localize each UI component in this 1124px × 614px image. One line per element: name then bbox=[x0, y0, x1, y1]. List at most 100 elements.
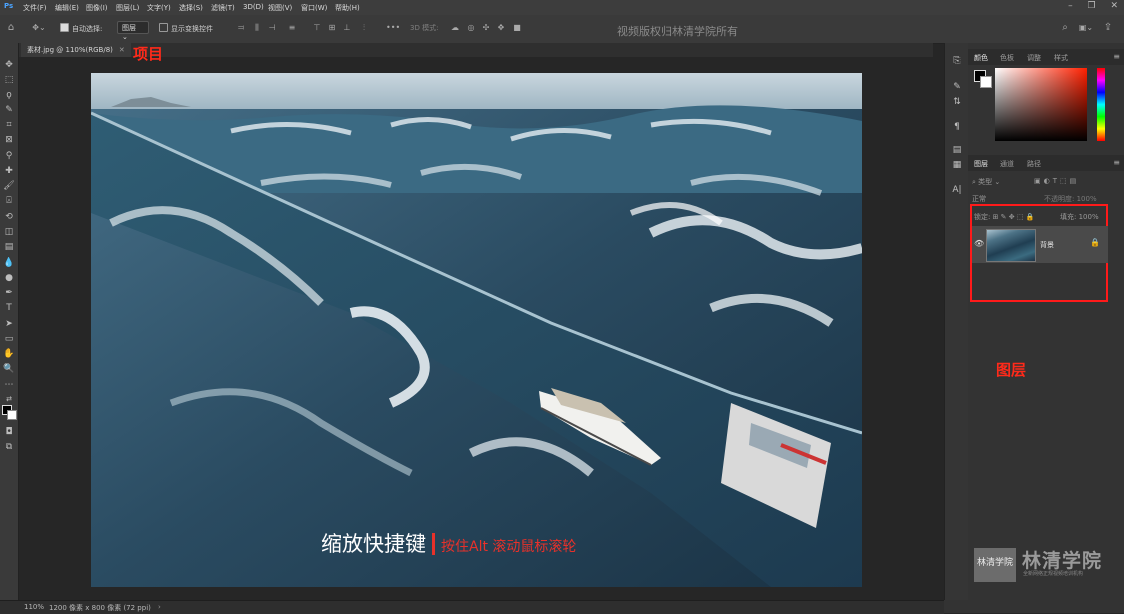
menu-filter[interactable]: 滤镜(T) bbox=[211, 3, 235, 13]
move-tool-icon[interactable]: ✥ bbox=[3, 59, 15, 71]
tab-swatches[interactable]: 色板 bbox=[1000, 53, 1014, 63]
align-bottom-icon[interactable]: ⊥ bbox=[342, 23, 352, 33]
menu-file[interactable]: 文件(F) bbox=[23, 3, 47, 13]
quick-select-tool-icon[interactable]: ✎ bbox=[3, 104, 15, 116]
menu-select[interactable]: 选择(S) bbox=[179, 3, 203, 13]
more-options-icon[interactable]: ••• bbox=[386, 23, 400, 33]
frame-tool-icon[interactable]: ⊠ bbox=[3, 134, 15, 146]
eraser-tool-icon[interactable]: ◫ bbox=[3, 226, 15, 238]
blur-tool-icon[interactable]: 💧 bbox=[3, 257, 15, 269]
screen-mode-icon[interactable]: ⧉ bbox=[3, 441, 15, 453]
tab-styles[interactable]: 样式 bbox=[1054, 53, 1068, 63]
align-top-icon[interactable]: ⊤ bbox=[312, 23, 322, 33]
close-tab-icon[interactable]: ✕ bbox=[119, 46, 125, 54]
move-tool-preset-icon[interactable]: ✥⌄ bbox=[31, 23, 47, 33]
distribute-vertical-icon[interactable]: ⫶ bbox=[359, 23, 369, 33]
paragraph-icon[interactable]: ¶ bbox=[951, 121, 963, 133]
tools-panel: ✥ ⬚ ϙ ✎ ⌗ ⊠ ⚲ ✚ 🖌 ⍓ ⟲ ◫ ▤ 💧 ● ✒ T ➤ ▭ ✋ … bbox=[0, 43, 19, 600]
marquee-tool-icon[interactable]: ⬚ bbox=[3, 74, 15, 86]
photoshop-logo-icon[interactable]: Ps bbox=[4, 2, 13, 10]
pen-tool-icon[interactable]: ✒ bbox=[3, 287, 15, 299]
3d-scale-icon[interactable]: ■ bbox=[512, 23, 522, 33]
background-swatch[interactable] bbox=[980, 76, 992, 88]
panel-menu-icon[interactable]: ≡ bbox=[1113, 52, 1120, 61]
brush-settings-icon[interactable]: ✎ bbox=[951, 81, 963, 93]
distribute-icon[interactable]: ≡ bbox=[287, 23, 297, 33]
history-brush-tool-icon[interactable]: ⟲ bbox=[3, 211, 15, 223]
align-center-icon[interactable]: ⫼ bbox=[252, 23, 262, 33]
document-canvas[interactable]: 缩放快捷键 按住Alt 滚动鼠标滚轮 bbox=[91, 73, 862, 587]
3d-orbit-icon[interactable]: ☁ bbox=[450, 23, 460, 33]
show-transform-checkbox[interactable]: 显示变换控件 bbox=[159, 23, 213, 34]
tab-color[interactable]: 颜色 bbox=[974, 53, 988, 63]
align-left-icon[interactable]: ⫤ bbox=[236, 23, 246, 33]
layers-menu-icon[interactable]: ≡ bbox=[1113, 158, 1120, 167]
layer-row-background[interactable]: 👁 背景 🔒 bbox=[972, 226, 1108, 263]
menu-view[interactable]: 视图(V) bbox=[268, 3, 292, 13]
menu-type[interactable]: 文字(Y) bbox=[147, 3, 171, 13]
hue-slider[interactable] bbox=[1097, 68, 1105, 141]
lasso-tool-icon[interactable]: ϙ bbox=[3, 89, 15, 101]
menu-3d[interactable]: 3D(D) bbox=[243, 3, 264, 11]
status-expand-icon[interactable]: › bbox=[158, 603, 161, 611]
tab-channels[interactable]: 通道 bbox=[1000, 159, 1014, 169]
home-icon[interactable]: ⌂ bbox=[6, 23, 16, 33]
3d-pan-icon[interactable]: ✣ bbox=[481, 23, 491, 33]
healing-brush-tool-icon[interactable]: ✚ bbox=[3, 165, 15, 177]
document-tab-title: 素材.jpg @ 110%(RGB/8) bbox=[27, 46, 113, 54]
opacity-control[interactable]: 不透明度: 100% bbox=[1044, 194, 1097, 204]
share-icon[interactable]: ⇪ bbox=[1103, 23, 1113, 33]
clone-stamp-tool-icon[interactable]: ⍓ bbox=[3, 195, 15, 207]
dodge-tool-icon[interactable]: ● bbox=[3, 272, 15, 284]
3d-slide-icon[interactable]: ✥ bbox=[496, 23, 506, 33]
tab-adjustments[interactable]: 调整 bbox=[1027, 53, 1041, 63]
auto-select-checkbox[interactable]: 自动选择: bbox=[60, 23, 102, 34]
layer-lock-icon[interactable]: 🔒 bbox=[1090, 238, 1100, 247]
menu-image[interactable]: 图像(I) bbox=[86, 3, 108, 13]
document-tab[interactable]: 素材.jpg @ 110%(RGB/8) ✕ bbox=[21, 43, 131, 57]
zoom-tool-icon[interactable]: 🔍 bbox=[3, 363, 15, 375]
layer-filter[interactable]: ⌕ 类型 ⌄ bbox=[972, 177, 1000, 187]
history-panel-icon[interactable]: ⎘ bbox=[951, 55, 963, 67]
gradient-tool-icon[interactable]: ▤ bbox=[3, 241, 15, 253]
close-icon[interactable]: ✕ bbox=[1110, 1, 1118, 11]
layer-filter-icons[interactable]: ▣◐T⬚▤ bbox=[1034, 177, 1079, 185]
3d-roll-icon[interactable]: ◎ bbox=[466, 23, 476, 33]
tab-paths[interactable]: 路径 bbox=[1027, 159, 1041, 169]
workspace-icon[interactable]: ▣⌄ bbox=[1078, 23, 1094, 33]
blend-mode-dropdown[interactable]: 正常 bbox=[972, 194, 986, 204]
brush-tool-icon[interactable]: 🖌 bbox=[3, 180, 15, 192]
character-icon[interactable]: A| bbox=[951, 184, 963, 196]
edit-toolbar-icon[interactable]: ⋯ bbox=[3, 379, 15, 391]
hand-tool-icon[interactable]: ✋ bbox=[3, 348, 15, 360]
menu-help[interactable]: 帮助(H) bbox=[335, 3, 360, 13]
adjustments-icon[interactable]: ⇅ bbox=[951, 96, 963, 108]
fill-control[interactable]: 填充: 100% bbox=[1060, 212, 1099, 222]
background-color-swatch[interactable] bbox=[7, 410, 17, 420]
search-icon[interactable]: ⌕ bbox=[1060, 23, 1070, 33]
minimize-icon[interactable]: – bbox=[1068, 1, 1073, 11]
auto-select-dropdown[interactable]: 图层 ⌄ bbox=[117, 21, 149, 41]
color-swatches[interactable] bbox=[974, 70, 992, 88]
tab-layers[interactable]: 图层 bbox=[974, 159, 988, 169]
canvas-area[interactable]: 缩放快捷键 按住Alt 滚动鼠标滚轮 bbox=[19, 57, 933, 600]
lock-controls[interactable]: 锁定: ⊞ ✎ ✥ ⬚ 🔒 bbox=[974, 212, 1034, 222]
shape-tool-icon[interactable]: ▭ bbox=[3, 333, 15, 345]
quick-mask-icon[interactable]: ◘ bbox=[3, 426, 15, 438]
align-right-icon[interactable]: ⊣ bbox=[267, 23, 277, 33]
type-tool-icon[interactable]: T bbox=[3, 302, 15, 314]
menu-layer[interactable]: 图层(L) bbox=[116, 3, 139, 13]
align-middle-icon[interactable]: ⊞ bbox=[327, 23, 337, 33]
properties-icon[interactable]: ▤ bbox=[951, 144, 963, 156]
crop-tool-icon[interactable]: ⌗ bbox=[3, 119, 15, 131]
visibility-eye-icon[interactable]: 👁 bbox=[974, 239, 984, 248]
zoom-level[interactable]: 110% bbox=[24, 603, 44, 611]
path-select-tool-icon[interactable]: ➤ bbox=[3, 318, 15, 330]
restore-icon[interactable]: ❐ bbox=[1088, 1, 1096, 11]
color-picker-field[interactable] bbox=[995, 68, 1087, 141]
eyedropper-tool-icon[interactable]: ⚲ bbox=[3, 150, 15, 162]
swap-colors-icon[interactable]: ⇄ bbox=[3, 393, 15, 405]
menu-edit[interactable]: 编辑(E) bbox=[55, 3, 79, 13]
menu-window[interactable]: 窗口(W) bbox=[301, 3, 327, 13]
libraries-icon[interactable]: ▦ bbox=[951, 159, 963, 171]
